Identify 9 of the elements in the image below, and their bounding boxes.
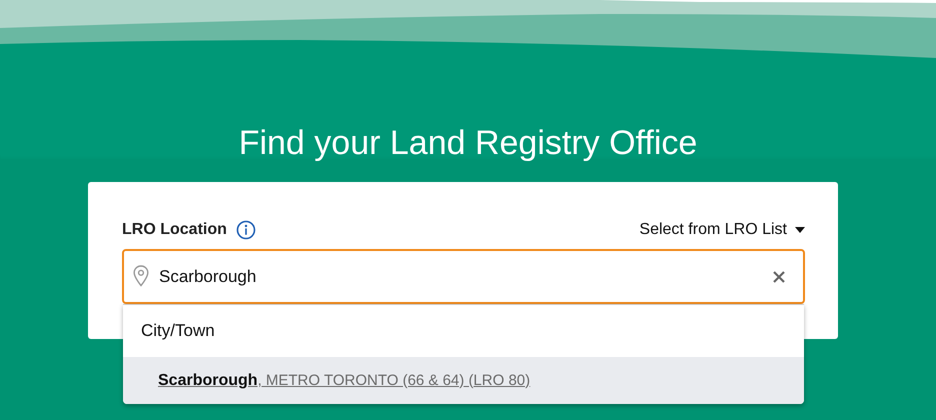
caret-icon [795,227,805,233]
location-search-field[interactable]: Scarborough [122,249,805,304]
group-heading: City/Town [141,321,215,341]
location-pin-icon [133,265,149,287]
lro-list-dropdown[interactable]: Select from LRO List [639,221,805,239]
info-icon[interactable] [236,220,256,240]
page-title: Find your Land Registry Office [238,123,698,164]
field-label: LRO Location [122,221,227,239]
clear-icon[interactable] [771,269,787,285]
